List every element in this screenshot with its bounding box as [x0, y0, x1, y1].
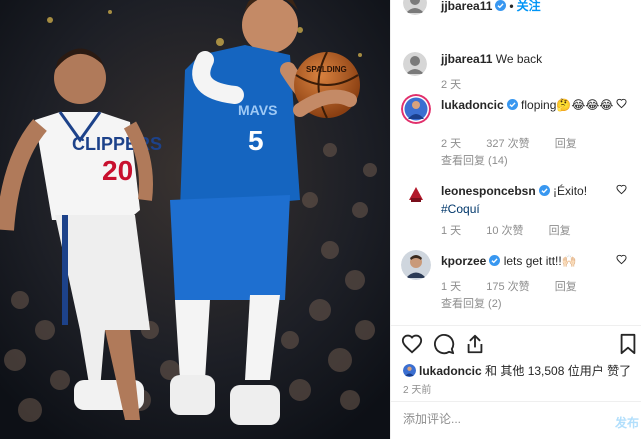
- caption-username[interactable]: jjbarea11: [441, 52, 492, 66]
- reply-button[interactable]: 回复: [549, 225, 571, 237]
- likes-summary: lukadoncic 和 其他 13,508 位用户 赞了: [403, 362, 631, 379]
- comment-time[interactable]: 1 天: [441, 281, 461, 293]
- comment-likes[interactable]: 327 次赞: [486, 138, 529, 150]
- heart-icon[interactable]: [616, 254, 627, 265]
- avatar[interactable]: [401, 250, 431, 280]
- svg-text:5: 5: [248, 125, 264, 156]
- svg-text:SPALDING: SPALDING: [306, 65, 347, 74]
- verified-badge-icon: [506, 99, 518, 110]
- verified-badge-icon: [538, 185, 550, 196]
- avatar[interactable]: [401, 94, 431, 124]
- share-icon[interactable]: [464, 333, 486, 355]
- svg-text:20: 20: [102, 155, 133, 186]
- post-button[interactable]: 发布: [615, 414, 639, 431]
- comment-username[interactable]: kporzee: [441, 254, 486, 268]
- heart-icon[interactable]: [616, 184, 627, 195]
- view-replies-link[interactable]: 查看回复 (2): [441, 295, 502, 311]
- comment-text: lets get itt!!🙌🏻: [503, 254, 577, 268]
- avatar[interactable]: [403, 364, 416, 377]
- comment-likes[interactable]: 10 次赞: [486, 225, 523, 237]
- header-separator: •: [509, 0, 514, 13]
- caption-text: We back: [495, 52, 543, 66]
- comment-time[interactable]: 2 天: [441, 138, 461, 150]
- comment-likes[interactable]: 175 次赞: [486, 281, 529, 293]
- basketball-game-photo-icon: CLIPPERS 20 MAVS 5 SPALDING: [0, 0, 390, 439]
- add-comment-bar: 发布: [391, 402, 641, 439]
- avatar[interactable]: [403, 0, 427, 15]
- avatar[interactable]: [403, 52, 427, 76]
- view-replies-link[interactable]: 查看回复 (14): [441, 152, 508, 168]
- divider: [391, 325, 641, 326]
- post-sidebar: jjbarea11 • 关注 jjbarea11 We back 2 天 lukad…: [390, 0, 641, 439]
- reply-button[interactable]: 回复: [555, 138, 577, 150]
- likes-count-text[interactable]: 和 其他 13,508 位用户 赞了: [485, 364, 631, 378]
- post-header: jjbarea11 • 关注: [391, 0, 641, 17]
- header-username[interactable]: jjbarea11: [441, 0, 492, 13]
- heart-icon[interactable]: [401, 333, 423, 355]
- hashtag-link[interactable]: #Coquí: [441, 202, 480, 216]
- comment-username[interactable]: leonesponcebsn: [441, 184, 536, 198]
- follow-button[interactable]: 关注: [517, 0, 541, 13]
- comment-time[interactable]: 1 天: [441, 225, 461, 237]
- comment-input[interactable]: [403, 412, 603, 426]
- verified-badge-icon: [489, 255, 501, 266]
- comment-username[interactable]: lukadoncic: [441, 98, 504, 112]
- avatar[interactable]: [401, 180, 431, 210]
- verified-badge-icon: [495, 0, 507, 11]
- caption-time[interactable]: 2 天: [441, 76, 461, 92]
- comment-icon[interactable]: [433, 333, 455, 355]
- liker-username[interactable]: lukadoncic: [419, 364, 482, 378]
- comment-text: ¡Éxito!: [553, 184, 588, 198]
- svg-text:CLIPPERS: CLIPPERS: [72, 134, 162, 154]
- comment-text: floping🤔😂😂😂: [521, 98, 614, 112]
- post-photo[interactable]: CLIPPERS 20 MAVS 5 SPALDING: [0, 0, 390, 439]
- svg-text:MAVS: MAVS: [238, 102, 277, 118]
- post-timestamp[interactable]: 2 天前: [403, 381, 431, 396]
- action-bar: [391, 333, 641, 357]
- reply-button[interactable]: 回复: [555, 281, 577, 293]
- heart-icon[interactable]: [616, 98, 627, 109]
- bookmark-icon[interactable]: [618, 333, 638, 355]
